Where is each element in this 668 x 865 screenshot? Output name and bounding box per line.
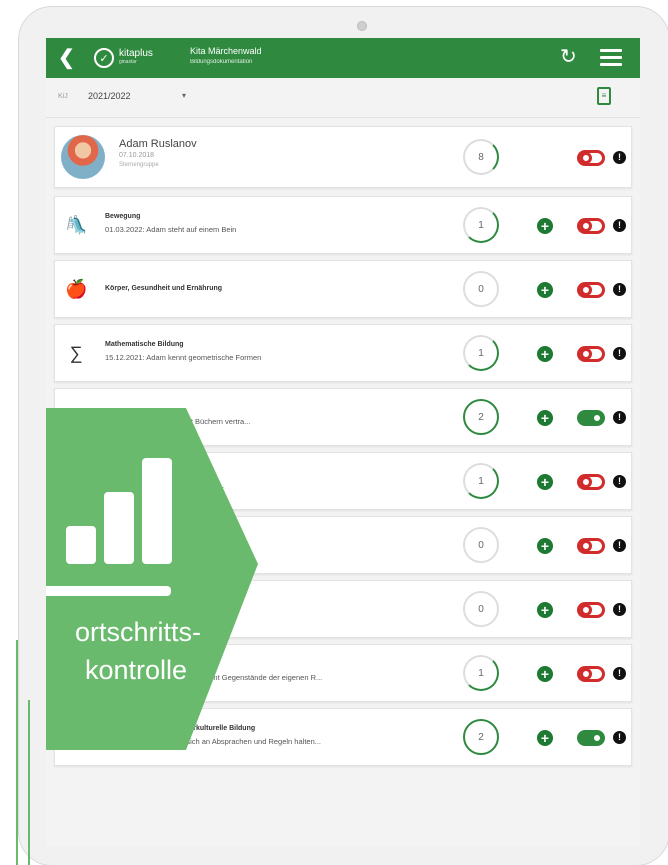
year-select[interactable]: 2021/2022: [88, 91, 131, 101]
toggle-switch[interactable]: [577, 346, 605, 362]
math-operators-icon: ∑: [69, 343, 83, 363]
category-card[interactable]: 🛝 Bewegung 01.03.2022: Adam steht auf eine…: [54, 196, 632, 254]
child-birthdate: 07.10.2018: [119, 152, 155, 159]
observation-count: 8: [463, 139, 499, 175]
category-title: Mathematische Bildung: [105, 341, 184, 348]
apple-icon: 🍎: [65, 279, 88, 299]
module-name: Bildungsdokumentation: [190, 59, 253, 65]
filter-bar: KiJ 2021/2022 ▾ ≡: [46, 78, 640, 118]
decorative-line: [16, 640, 18, 865]
sync-button[interactable]: ↻: [560, 45, 577, 69]
toggle-switch[interactable]: [577, 538, 605, 554]
progress-overlay-badge: ortschritts- kontrolle: [46, 408, 336, 750]
observation-count: 2: [463, 399, 499, 435]
category-card[interactable]: ∑ Mathematische Bildung 15.12.2021: Adam k…: [54, 324, 632, 382]
toggle-switch[interactable]: [577, 150, 605, 166]
info-icon[interactable]: !: [613, 219, 626, 232]
dropdown-arrow-icon[interactable]: ▾: [182, 91, 186, 100]
toggle-switch[interactable]: [577, 218, 605, 234]
add-observation-button[interactable]: +: [537, 282, 553, 298]
info-icon[interactable]: !: [613, 667, 626, 680]
info-icon[interactable]: !: [613, 283, 626, 296]
info-icon[interactable]: !: [613, 151, 626, 164]
info-icon[interactable]: !: [613, 347, 626, 360]
check-circle-icon: ✓: [94, 48, 114, 68]
observation-count: 0: [463, 527, 499, 563]
back-button[interactable]: ❮: [58, 46, 75, 70]
child-card[interactable]: Adam Ruslanov 07.10.2018 Sternengruppe 8…: [54, 126, 632, 188]
kitaplus-logo: ✓ kitaplus ginastar: [94, 47, 153, 69]
add-observation-button[interactable]: +: [537, 474, 553, 490]
hexagon-badge-shape: [46, 408, 258, 750]
info-icon[interactable]: !: [613, 539, 626, 552]
toggle-switch[interactable]: [577, 602, 605, 618]
menu-button[interactable]: [600, 49, 622, 67]
overlay-line-1: ortschritts-: [74, 617, 201, 647]
add-observation-button[interactable]: +: [537, 410, 553, 426]
camera-dot: [357, 21, 367, 31]
child-name: Adam Ruslanov: [119, 138, 197, 150]
app-header: ❮ ✓ kitaplus ginastar Kita Märchenwald B…: [46, 38, 640, 78]
observation-count: 1: [463, 463, 499, 499]
child-group: Sternengruppe: [119, 162, 159, 168]
toggle-switch[interactable]: [577, 474, 605, 490]
category-title: Bewegung: [105, 213, 141, 220]
kij-label: KiJ: [58, 93, 68, 100]
toggle-switch[interactable]: [577, 282, 605, 298]
observation-count: 1: [463, 207, 499, 243]
logo-sub: ginastar: [119, 59, 137, 65]
add-observation-button[interactable]: +: [537, 730, 553, 746]
climbing-frame-icon: 🛝: [65, 215, 88, 235]
toggle-switch[interactable]: [577, 666, 605, 682]
add-observation-button[interactable]: +: [537, 218, 553, 234]
info-icon[interactable]: !: [613, 731, 626, 744]
toggle-switch[interactable]: [577, 410, 605, 426]
observation-count: 1: [463, 655, 499, 691]
app-title: Kita Märchenwald Bildungsdokumentation: [190, 46, 262, 68]
observation-count: 1: [463, 335, 499, 371]
sync-icon: ↻: [560, 46, 577, 68]
hamburger-icon: [600, 49, 622, 52]
category-title: Körper, Gesundheit und Ernährung: [105, 285, 223, 292]
bar-chart-icon: [66, 526, 96, 564]
avatar: [61, 135, 105, 179]
observation-count: 2: [463, 719, 499, 755]
latest-observation: 15.12.2021: Adam kennt geometrische Form…: [105, 353, 262, 362]
toggle-switch[interactable]: [577, 730, 605, 746]
add-observation-button[interactable]: +: [537, 602, 553, 618]
info-icon[interactable]: !: [613, 411, 626, 424]
observation-count: 0: [463, 271, 499, 307]
add-observation-button[interactable]: +: [537, 346, 553, 362]
app-screen: ❮ ✓ kitaplus ginastar Kita Märchenwald B…: [46, 38, 640, 846]
latest-observation: 01.03.2022: Adam steht auf einem Bein: [105, 225, 237, 234]
export-document-icon[interactable]: ≡: [597, 87, 611, 105]
info-icon[interactable]: !: [613, 475, 626, 488]
category-card[interactable]: 🍎 Körper, Gesundheit und Ernährung 0 +!: [54, 260, 632, 318]
decorative-line: [28, 700, 30, 865]
observation-count: 0: [463, 591, 499, 627]
logo-name: kitaplus: [119, 48, 153, 59]
info-icon[interactable]: !: [613, 603, 626, 616]
kita-name: Kita Märchenwald: [190, 46, 262, 56]
add-observation-button[interactable]: +: [537, 538, 553, 554]
overlay-line-2: kontrolle: [84, 655, 188, 685]
add-observation-button[interactable]: +: [537, 666, 553, 682]
chevron-left-icon: ❮: [58, 47, 75, 69]
